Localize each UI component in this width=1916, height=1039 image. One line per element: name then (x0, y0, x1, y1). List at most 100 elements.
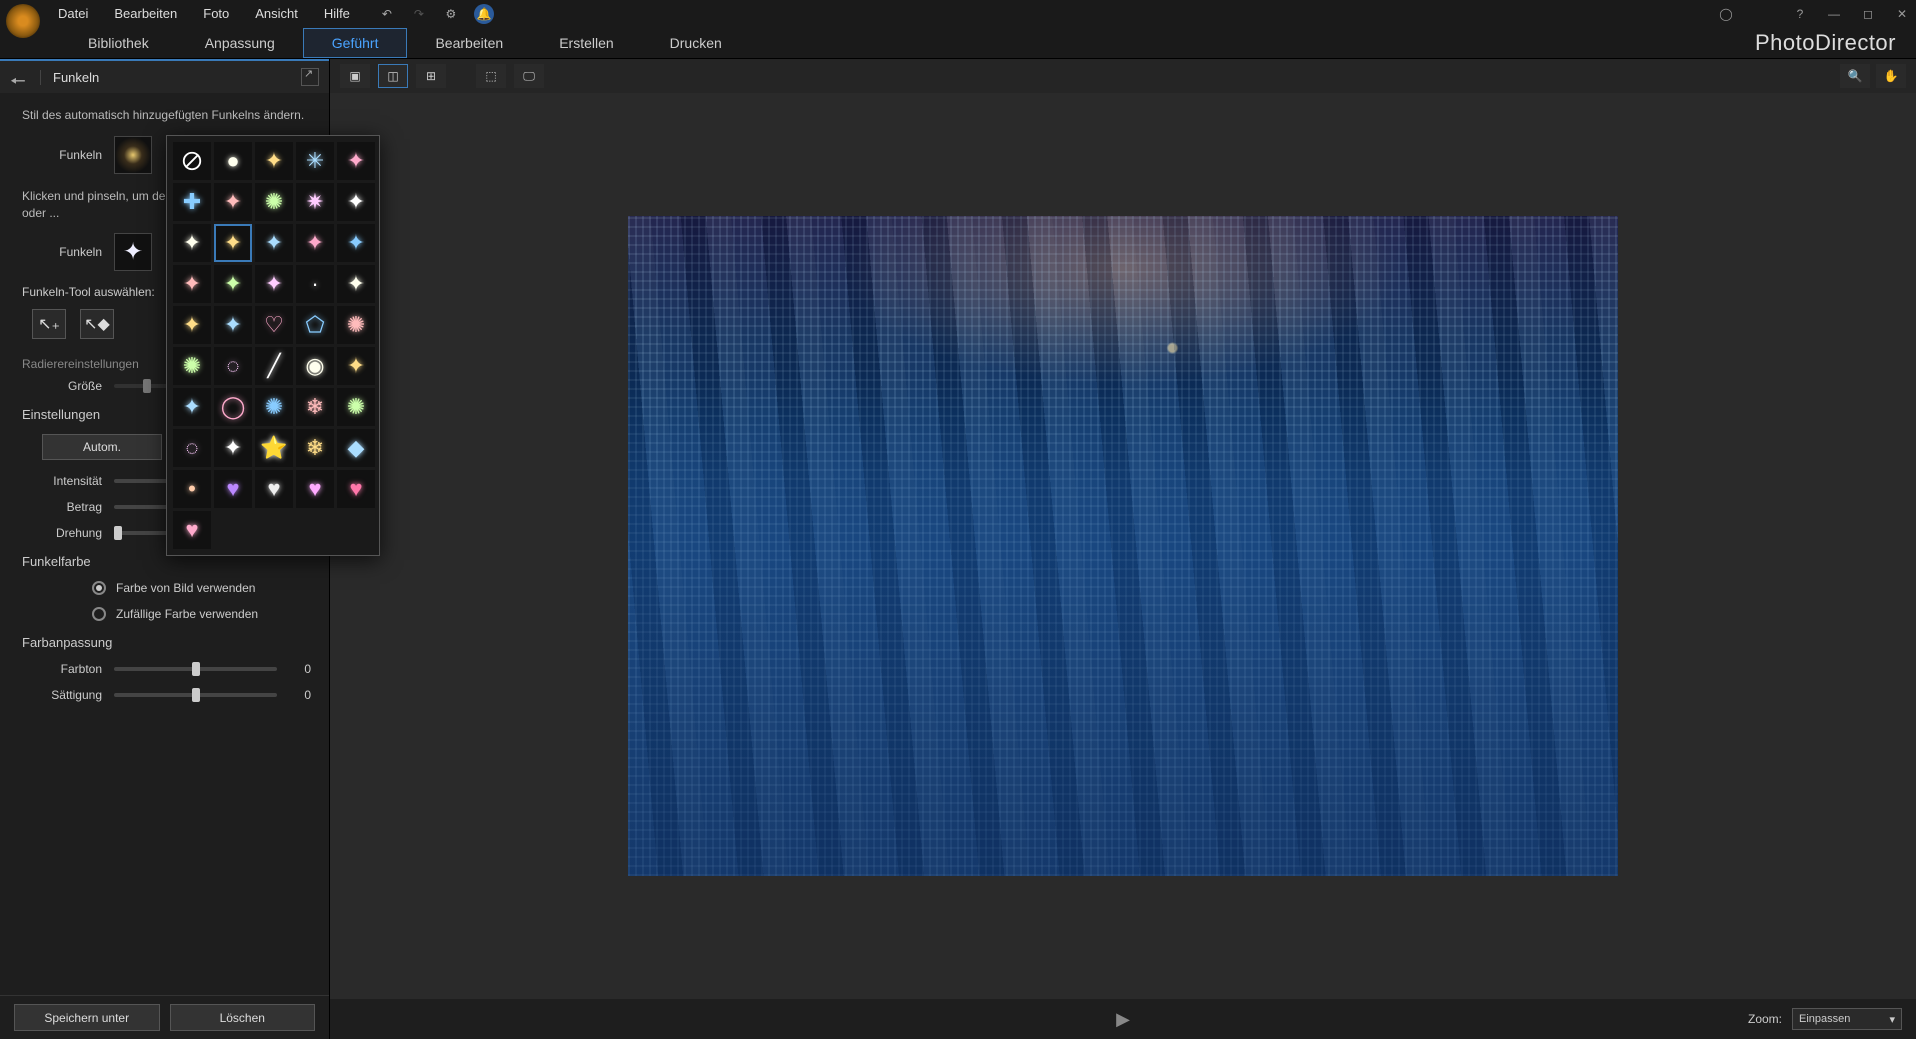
sparkle-option-39[interactable]: ◆ (337, 429, 375, 467)
sparkle-option-15[interactable]: ✦ (173, 265, 211, 303)
sparkle-option-12[interactable]: ✦ (255, 224, 293, 262)
sparkle-option-7[interactable]: ✺ (255, 183, 293, 221)
zoom-label: Zoom: (1748, 1012, 1782, 1026)
sparkle-option-8[interactable]: ✷ (296, 183, 334, 221)
sparkle-option-44[interactable]: ♥ (337, 470, 375, 508)
sparkle-option-45[interactable]: ♥ (173, 511, 211, 549)
erase-sparkle-tool[interactable]: ↖◆ (80, 309, 114, 339)
hue-slider[interactable] (114, 667, 277, 671)
main-menu: Datei Bearbeiten Foto Ansicht Hilfe (58, 6, 350, 21)
add-sparkle-tool[interactable]: ↖₊ (32, 309, 66, 339)
sparkle-option-17[interactable]: ✦ (255, 265, 293, 303)
canvas-area: ▣ ◫ ⊞ ⬚ 🖵 🔍 ✋ ▶ Zoom: Einpassen ▾ (330, 59, 1916, 1039)
view-single-icon[interactable]: ▣ (340, 64, 370, 88)
zoom-tool-icon[interactable]: 🔍 (1840, 64, 1870, 88)
sparkle-option-23[interactable]: ⬠ (296, 306, 334, 344)
tab-create[interactable]: Erstellen (531, 29, 641, 57)
maximize-icon[interactable]: ◻ (1860, 6, 1876, 22)
size-label: Größe (22, 379, 114, 393)
sparkle-option-5[interactable]: ✚ (173, 183, 211, 221)
help-icon[interactable]: ? (1792, 6, 1808, 22)
radio-label-2: Zufällige Farbe verwenden (116, 607, 258, 621)
sparkle-option-0[interactable] (173, 142, 211, 180)
sparkle-option-41[interactable]: ♥ (214, 470, 252, 508)
sparkle-option-33[interactable]: ❄ (296, 388, 334, 426)
sparkle-option-28[interactable]: ◉ (296, 347, 334, 385)
sparkle-option-31[interactable]: ◯ (214, 388, 252, 426)
sparkle-option-6[interactable]: ✦ (214, 183, 252, 221)
sparkle-option-40[interactable]: • (173, 470, 211, 508)
zoom-select[interactable]: Einpassen ▾ (1792, 1008, 1902, 1030)
notification-icon[interactable]: 🔔 (474, 4, 494, 24)
auto-button[interactable]: Autom. (42, 434, 162, 460)
sparkle-option-42[interactable]: ♥ (255, 470, 293, 508)
menu-view[interactable]: Ansicht (255, 6, 298, 21)
sparkle-option-2[interactable]: ✦ (255, 142, 293, 180)
sparkle-option-43[interactable]: ♥ (296, 470, 334, 508)
tab-adjust[interactable]: Anpassung (177, 29, 303, 57)
sparkle-option-36[interactable]: ✦ (214, 429, 252, 467)
sparkle-option-4[interactable]: ✦ (337, 142, 375, 180)
sparkle-option-26[interactable]: ◌ (214, 347, 252, 385)
account-icon[interactable]: ◯ (1718, 6, 1734, 22)
sparkle-option-34[interactable]: ✺ (337, 388, 375, 426)
sparkle-option-18[interactable]: · (296, 265, 334, 303)
module-tabs: Bibliothek Anpassung Geführt Bearbeiten … (0, 27, 1916, 59)
sparkle-option-14[interactable]: ✦ (337, 224, 375, 262)
play-button[interactable]: ▶ (1116, 1009, 1130, 1030)
save-as-button[interactable]: Speichern unter (14, 1004, 160, 1031)
delete-button[interactable]: Löschen (170, 1004, 316, 1031)
viewport[interactable] (330, 93, 1916, 999)
tab-edit[interactable]: Bearbeiten (407, 29, 531, 57)
sparkle-option-21[interactable]: ✦ (214, 306, 252, 344)
sparkle-option-22[interactable]: ♡ (255, 306, 293, 344)
compare-icon[interactable]: ⬚ (476, 64, 506, 88)
tab-library[interactable]: Bibliothek (60, 29, 177, 57)
menu-help[interactable]: Hilfe (324, 6, 350, 21)
sparkle-option-35[interactable]: ◌ (173, 429, 211, 467)
sparkle-option-24[interactable]: ✺ (337, 306, 375, 344)
menu-photo[interactable]: Foto (203, 6, 229, 21)
sparkle-option-20[interactable]: ✦ (173, 306, 211, 344)
sparkle-option-37[interactable]: ⭐ (255, 429, 293, 467)
zoom-value: Einpassen (1799, 1013, 1850, 1025)
back-button[interactable]: 🠔 (10, 69, 30, 85)
pan-tool-icon[interactable]: ✋ (1876, 64, 1906, 88)
sparkle-option-16[interactable]: ✦ (214, 265, 252, 303)
settings-icon[interactable]: ⚙ (442, 5, 460, 23)
sparkle-option-13[interactable]: ✦ (296, 224, 334, 262)
sparkle-option-9[interactable]: ✦ (337, 183, 375, 221)
saturation-slider[interactable] (114, 693, 277, 697)
tab-print[interactable]: Drucken (642, 29, 750, 57)
sparkle-style-thumb-2[interactable] (114, 233, 152, 271)
sparkle-option-25[interactable]: ✺ (173, 347, 211, 385)
sparkle-option-19[interactable]: ✦ (337, 265, 375, 303)
close-icon[interactable]: ✕ (1894, 6, 1910, 22)
sparkle-option-3[interactable]: ✳ (296, 142, 334, 180)
tab-guided[interactable]: Geführt (303, 28, 408, 58)
minimize-icon[interactable]: — (1826, 6, 1842, 22)
radio-icon (92, 581, 106, 595)
sparkle-style-thumb-1[interactable] (114, 136, 152, 174)
undo-icon[interactable]: ↶ (378, 5, 396, 23)
redo-icon[interactable]: ↷ (410, 5, 428, 23)
sparkle-option-29[interactable]: ✦ (337, 347, 375, 385)
sparkle-option-38[interactable]: ❄ (296, 429, 334, 467)
sparkle-option-11[interactable]: ✦ (214, 224, 252, 262)
radio-color-from-image[interactable]: Farbe von Bild verwenden (92, 581, 311, 595)
sparkle-option-27[interactable]: ╱ (255, 347, 293, 385)
panel-header: 🠔 Funkeln (0, 59, 329, 93)
sparkle-option-30[interactable]: ✦ (173, 388, 211, 426)
amount-label: Betrag (22, 500, 114, 514)
popout-button[interactable] (301, 68, 319, 86)
sparkle-option-10[interactable]: ✦ (173, 224, 211, 262)
view-grid-icon[interactable]: ⊞ (416, 64, 446, 88)
hue-value: 0 (277, 662, 311, 676)
sparkle-option-32[interactable]: ✺ (255, 388, 293, 426)
menu-edit[interactable]: Bearbeiten (114, 6, 177, 21)
view-split-icon[interactable]: ◫ (378, 64, 408, 88)
radio-random-color[interactable]: Zufällige Farbe verwenden (92, 607, 311, 621)
sparkle-option-1[interactable]: ● (214, 142, 252, 180)
screen-icon[interactable]: 🖵 (514, 64, 544, 88)
menu-file[interactable]: Datei (58, 6, 88, 21)
